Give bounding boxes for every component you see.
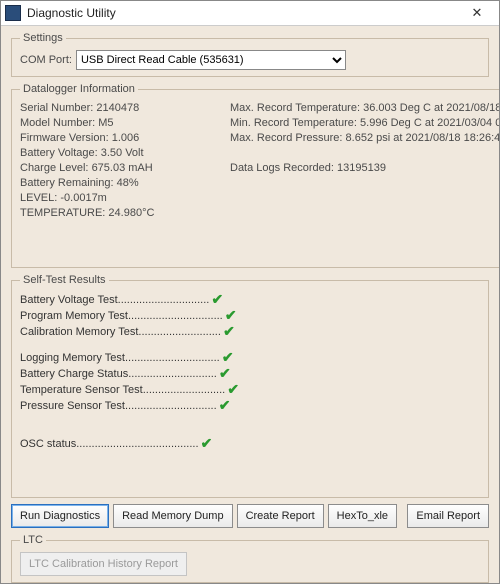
dots: ...............................: [125, 352, 220, 364]
selftest-name: Battery Charge Status: [20, 368, 128, 380]
temperature-value: 24.980°C: [108, 207, 154, 219]
check-icon: ✔: [223, 307, 239, 324]
selftest-row: Battery Voltage Test....................…: [20, 292, 480, 308]
charge-level-label: Charge Level:: [20, 162, 89, 174]
app-icon: [5, 5, 21, 21]
create-report-button[interactable]: Create Report: [237, 504, 324, 528]
check-icon: ✔: [217, 365, 233, 382]
level-label: LEVEL:: [20, 192, 57, 204]
check-icon: ✔: [217, 397, 233, 414]
settings-group: Settings COM Port: USB Direct Read Cable…: [11, 32, 489, 77]
selftest-name: Battery Voltage Test: [20, 294, 118, 306]
firmware-label: Firmware Version:: [20, 132, 109, 144]
settings-legend: Settings: [20, 32, 66, 44]
selftest-name: Logging Memory Test: [20, 352, 125, 364]
selftest-name: Program Memory Test: [20, 310, 128, 322]
dots: ...........................: [143, 384, 226, 396]
max-press-label: Max. Record Pressure:: [230, 132, 342, 144]
ltc-legend: LTC: [20, 534, 46, 546]
selftest-row: Logging Memory Test.....................…: [20, 350, 480, 366]
close-button[interactable]: ✕: [459, 2, 495, 24]
read-memory-dump-button[interactable]: Read Memory Dump: [113, 504, 232, 528]
dots: ..............................: [118, 294, 210, 306]
logs-value: 13195139: [337, 162, 386, 174]
battery-voltage-label: Battery Voltage:: [20, 147, 98, 159]
battery-voltage-value: 3.50 Volt: [101, 147, 144, 159]
model-value: M5: [98, 117, 113, 129]
window-title: Diagnostic Utility: [27, 6, 459, 20]
dots: .............................: [128, 368, 217, 380]
serial-value: 2140478: [96, 102, 139, 114]
titlebar: Diagnostic Utility ✕: [1, 1, 499, 26]
level-value: -0.0017m: [60, 192, 106, 204]
datalogger-info-legend: Datalogger Information: [20, 83, 138, 95]
app-window: Diagnostic Utility ✕ Settings COM Port: …: [0, 0, 500, 584]
check-icon: ✔: [199, 435, 215, 452]
selftest-name: Calibration Memory Test: [20, 326, 138, 338]
dots: ........................................: [76, 438, 198, 450]
selftest-name: Pressure Sensor Test: [20, 400, 125, 412]
min-temp-value: 5.996 Deg C at 2021/03/04 06:00:00: [360, 117, 499, 129]
check-icon: ✔: [220, 349, 236, 366]
selftest-legend: Self-Test Results: [20, 274, 109, 286]
dots: ..............................: [125, 400, 217, 412]
max-temp-value: 36.003 Deg C at 2021/08/18 18:26:49: [363, 102, 499, 114]
selftest-group: Self-Test Results Battery Voltage Test..…: [11, 274, 489, 498]
min-temp-label: Min. Record Temperature:: [230, 117, 357, 129]
check-icon: ✔: [225, 381, 241, 398]
check-icon: ✔: [209, 291, 225, 308]
email-report-button[interactable]: Email Report: [407, 504, 489, 528]
selftest-name: Temperature Sensor Test: [20, 384, 143, 396]
serial-label: Serial Number:: [20, 102, 93, 114]
firmware-value: 1.006: [112, 132, 140, 144]
battery-remaining-value: 48%: [117, 177, 139, 189]
client-area: Settings COM Port: USB Direct Read Cable…: [1, 26, 499, 583]
selftest-row: OSC status..............................…: [20, 436, 480, 452]
dots: ...............................: [128, 310, 223, 322]
max-temp-label: Max. Record Temperature:: [230, 102, 360, 114]
temperature-label: TEMPERATURE:: [20, 207, 105, 219]
check-icon: ✔: [221, 323, 237, 340]
action-button-row: Run Diagnostics Read Memory Dump Create …: [11, 504, 489, 528]
model-label: Model Number:: [20, 117, 95, 129]
hexto-xle-button[interactable]: HexTo_xle: [328, 504, 397, 528]
dots: ...........................: [138, 326, 221, 338]
battery-remaining-label: Battery Remaining:: [20, 177, 114, 189]
ltc-calibration-history-button: LTC Calibration History Report: [20, 552, 187, 576]
charge-level-value: 675.03 mAH: [92, 162, 153, 174]
selftest-row: Pressure Sensor Test....................…: [20, 398, 480, 414]
com-port-select[interactable]: USB Direct Read Cable (535631): [76, 50, 346, 70]
ltc-group: LTC LTC Calibration History Report: [11, 534, 489, 583]
selftest-name: OSC status: [20, 438, 76, 450]
selftest-row: Program Memory Test.....................…: [20, 308, 480, 324]
selftest-row: Temperature Sensor Test.................…: [20, 382, 480, 398]
com-port-label: COM Port:: [20, 54, 72, 66]
logs-label: Data Logs Recorded:: [230, 162, 334, 174]
datalogger-info-group: Datalogger Information Serial Number: 21…: [11, 83, 499, 268]
run-diagnostics-button[interactable]: Run Diagnostics: [11, 504, 109, 528]
max-press-value: 8.652 psi at 2021/08/18 18:26:49: [346, 132, 499, 144]
selftest-row: Battery Charge Status...................…: [20, 366, 480, 382]
selftest-row: Calibration Memory Test.................…: [20, 324, 480, 340]
